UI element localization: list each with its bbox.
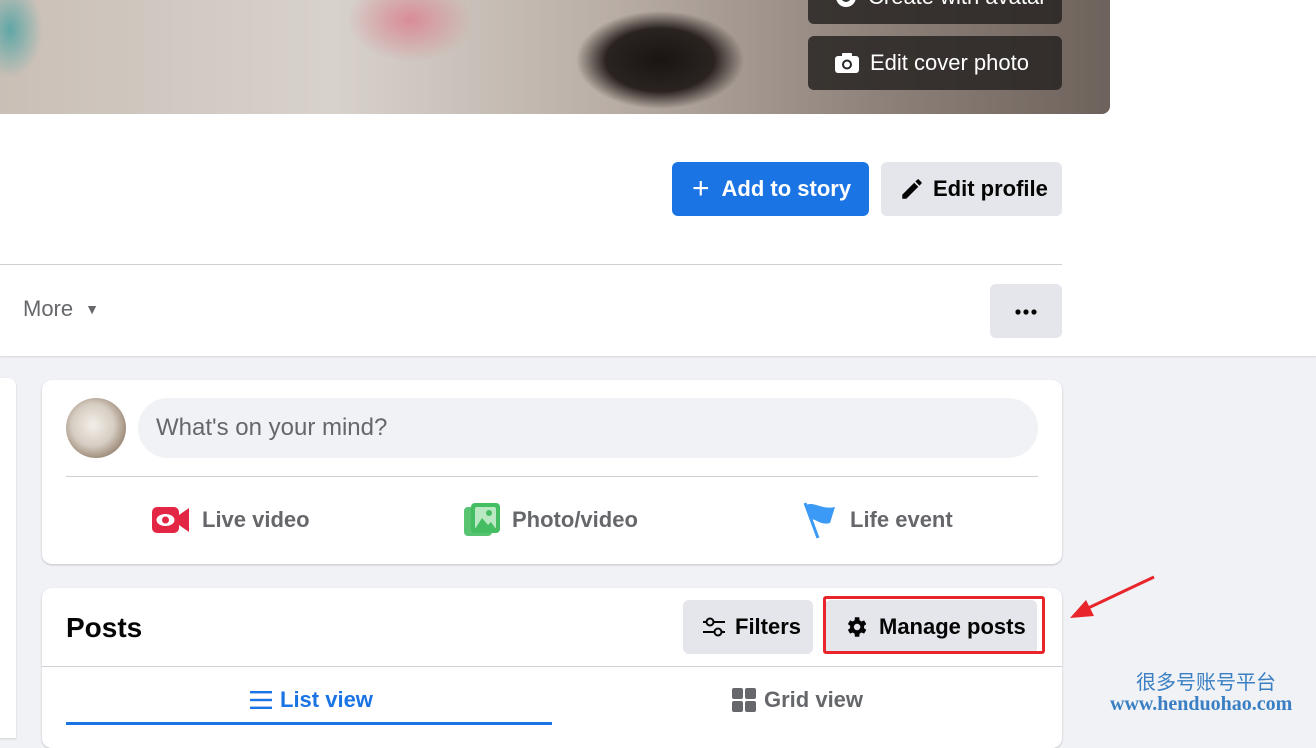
pencil-icon: [899, 176, 925, 202]
watermark-title: 很多号账号平台: [1136, 670, 1276, 694]
edit-profile-button[interactable]: Edit profile: [881, 162, 1062, 216]
life-event-button[interactable]: Life event: [802, 498, 953, 542]
life-event-label: Life event: [850, 507, 953, 532]
watermark-url: www.henduohao.com: [1110, 693, 1293, 715]
edit-profile-label: Edit profile: [933, 176, 1048, 201]
photo-icon: [464, 503, 500, 537]
posts-title: Posts: [66, 612, 143, 643]
photo-video-button[interactable]: Photo/video: [464, 498, 638, 542]
camera-icon: [834, 52, 860, 74]
photo-video-label: Photo/video: [512, 507, 638, 532]
create-with-avatar-button[interactable]: Create with avatar: [808, 0, 1062, 24]
post-composer: Live video Photo/video Life event: [42, 380, 1062, 564]
tab-more-label: More: [23, 296, 74, 321]
intro-card-edge: [0, 378, 16, 738]
grid-icon: [732, 688, 756, 712]
add-to-story-label: Add to story: [721, 176, 852, 201]
highlight-box: [823, 596, 1045, 654]
list-icon: [250, 690, 272, 710]
tab-grid-view[interactable]: Grid view: [732, 680, 863, 720]
filters-label: Filters: [735, 614, 802, 639]
caret-down-icon: ▼: [85, 301, 99, 317]
sliders-icon: [701, 616, 727, 638]
whats-on-your-mind-input[interactable]: [138, 398, 1038, 458]
plus-icon: +: [692, 172, 710, 205]
flag-icon: [802, 501, 838, 539]
video-camera-icon: [152, 505, 190, 535]
edit-cover-photo-label: Edit cover photo: [870, 50, 1029, 75]
composer-divider: [66, 476, 1038, 477]
cover-photo: Create with avatar Edit cover photo: [0, 0, 1110, 114]
edit-cover-photo-button[interactable]: Edit cover photo: [808, 36, 1062, 90]
add-to-story-button[interactable]: + Add to story: [672, 162, 869, 216]
live-video-label: Live video: [202, 507, 310, 532]
grid-view-label: Grid view: [764, 687, 864, 712]
create-with-avatar-label: Create with avatar: [868, 0, 1047, 10]
avatar-icon: [834, 0, 858, 9]
ellipsis-icon: [1015, 302, 1037, 320]
posts-divider: [42, 666, 1062, 667]
filters-button[interactable]: Filters: [683, 600, 813, 654]
avatar[interactable]: [66, 398, 126, 458]
profile-header: Create with avatar Edit cover photo + Ad…: [0, 0, 1316, 356]
more-options-button[interactable]: [990, 284, 1062, 338]
live-video-button[interactable]: Live video: [152, 498, 310, 542]
list-view-label: List view: [280, 687, 373, 712]
annotation-arrow-icon: [1070, 575, 1155, 618]
header-divider: [0, 264, 1062, 265]
tab-list-view[interactable]: List view: [250, 680, 373, 720]
tab-more[interactable]: More ▼: [23, 296, 99, 322]
